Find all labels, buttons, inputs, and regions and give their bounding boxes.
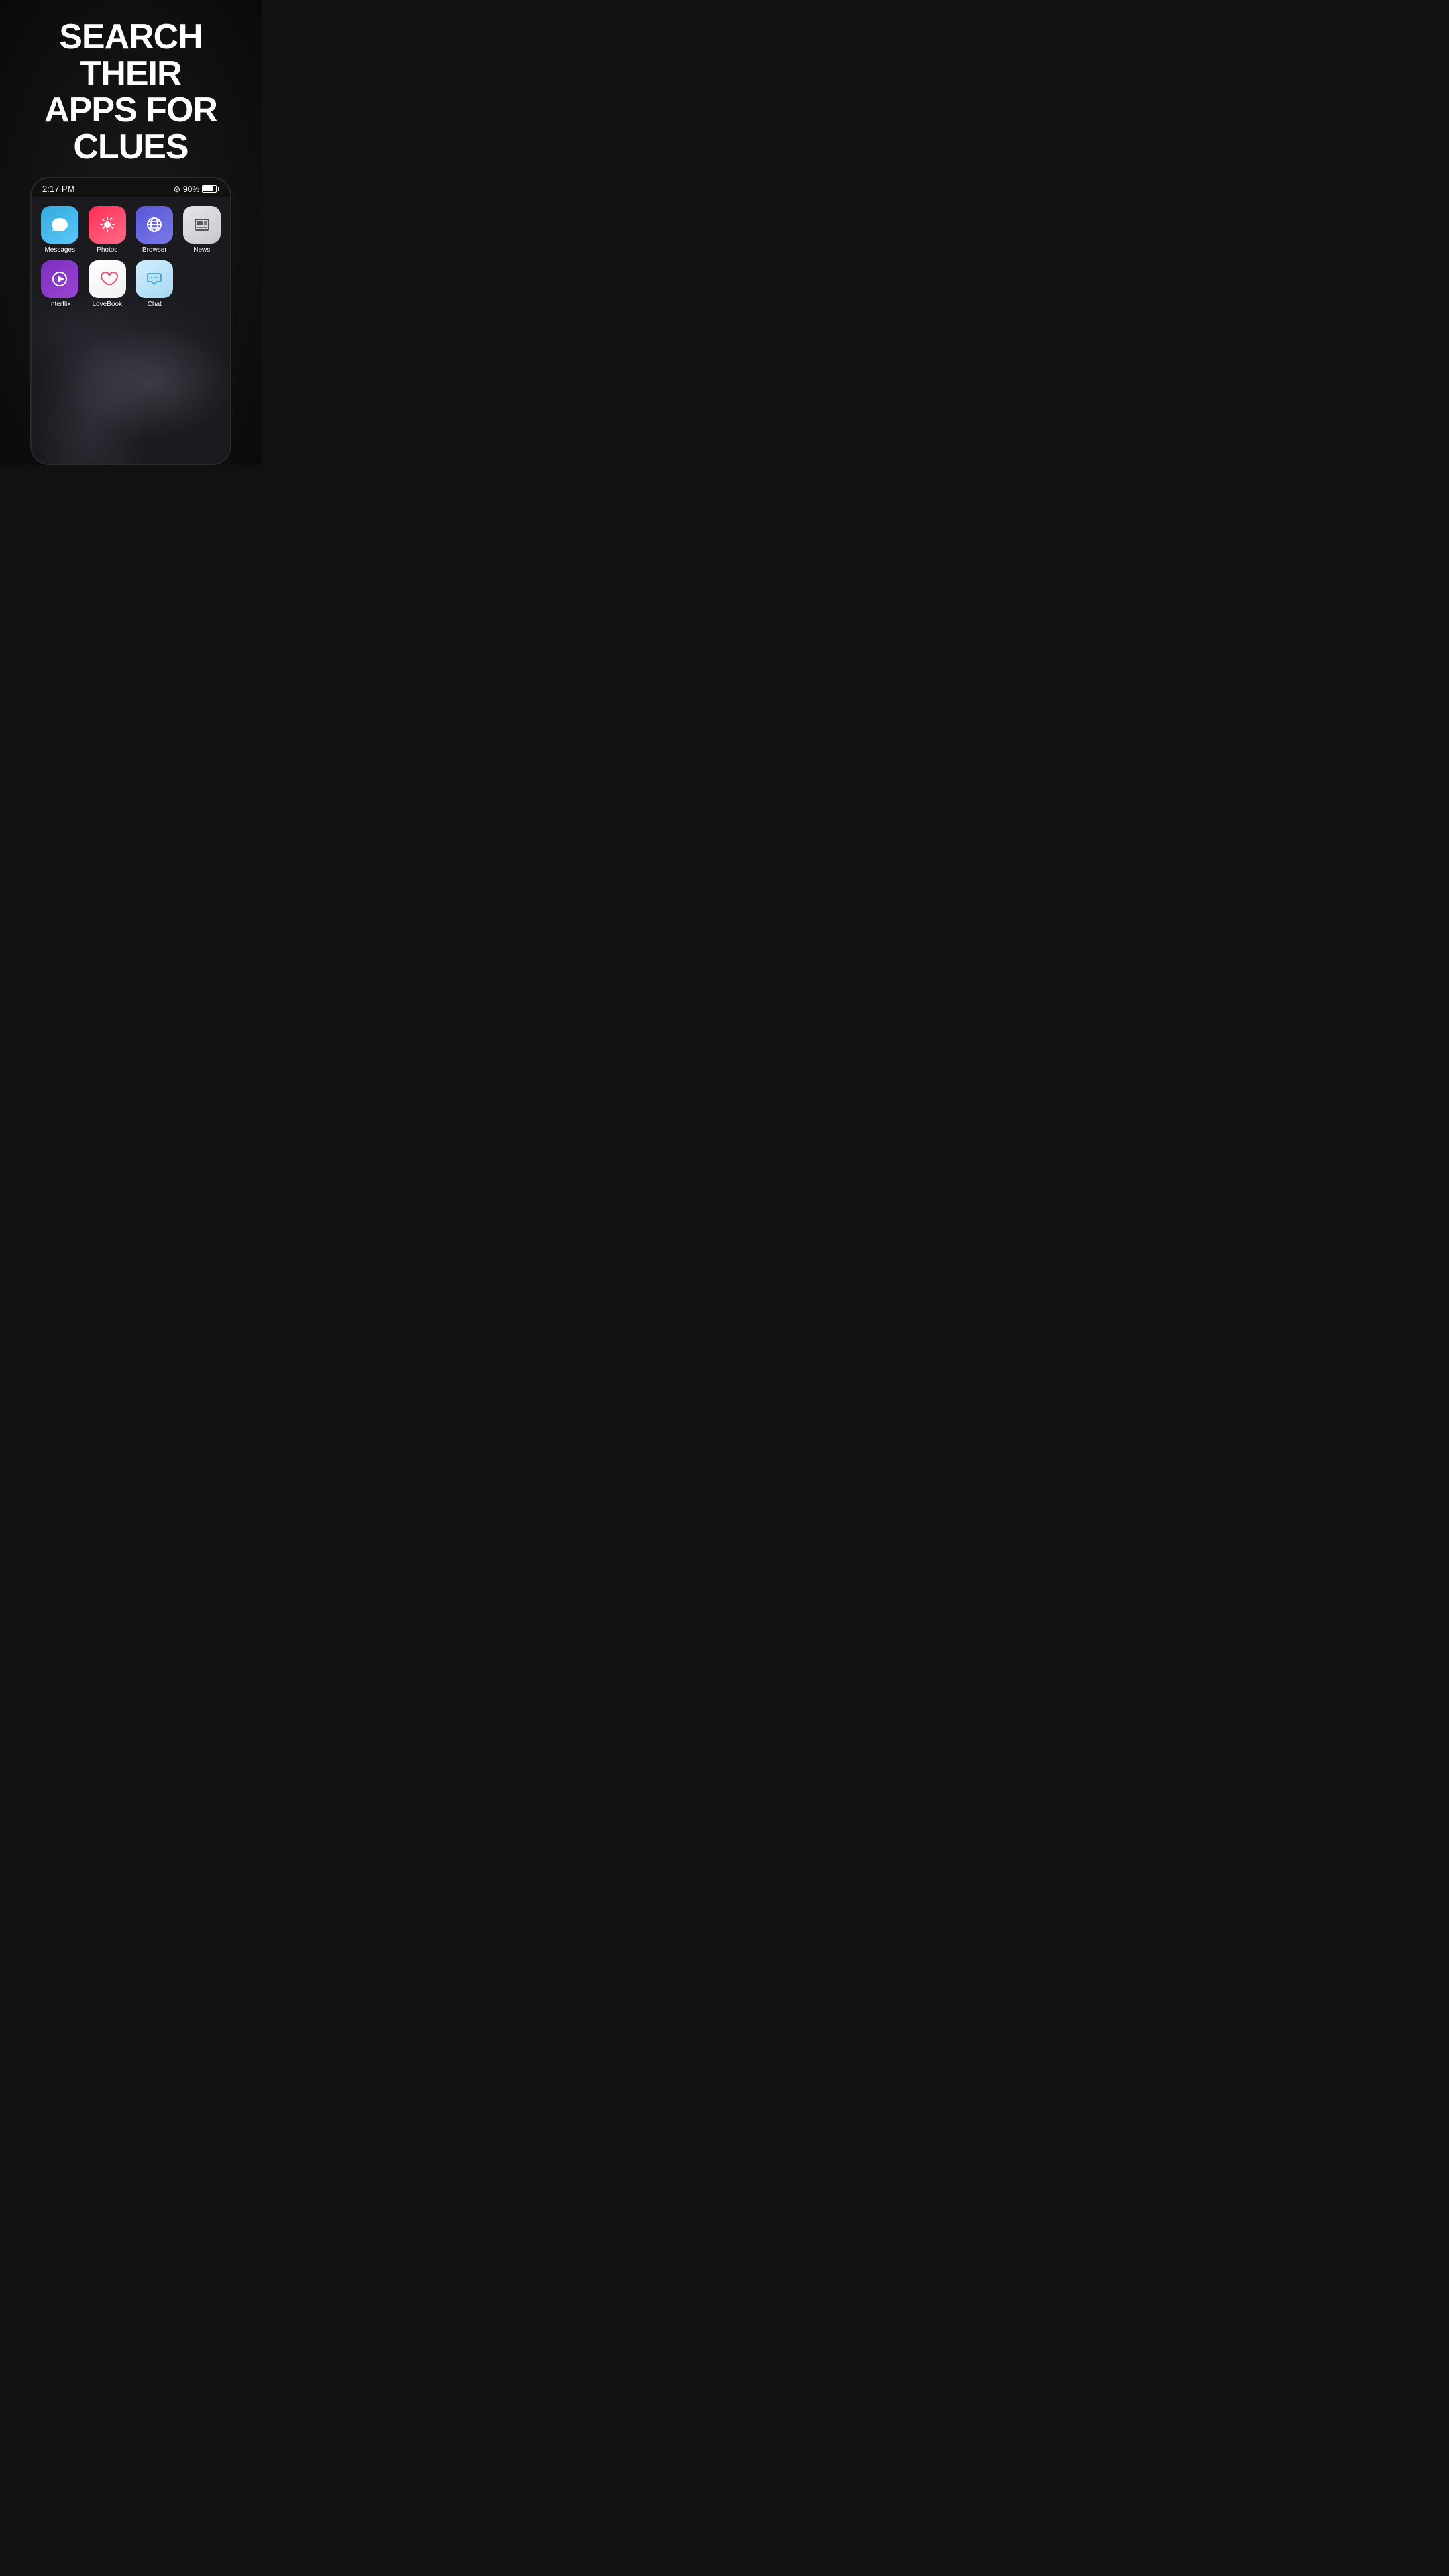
messages-label: Messages (44, 246, 75, 254)
news-icon-svg (191, 214, 213, 235)
messages-icon-svg (49, 214, 70, 235)
app-grid-row2: Interflix LoveBook (32, 260, 230, 315)
lovebook-icon-svg (97, 268, 118, 290)
page-background: SEARCH THEIR APPS FOR CLUES 2:17 PM ⊘ 90… (0, 0, 262, 465)
status-time: 2:17 PM (42, 184, 74, 194)
lovebook-icon (89, 260, 126, 298)
interflix-icon (41, 260, 78, 298)
chat-icon (136, 260, 173, 298)
phone-frame: 2:17 PM ⊘ 90% (30, 177, 231, 465)
app-photos[interactable]: Photos (87, 206, 128, 254)
headline-section: SEARCH THEIR APPS FOR CLUES (0, 0, 262, 177)
app-chat[interactable]: Chat (134, 260, 175, 308)
battery-fill (203, 186, 213, 191)
battery-body (202, 185, 217, 193)
photos-label: Photos (97, 246, 117, 254)
headline-text: SEARCH THEIR APPS FOR CLUES (16, 19, 246, 165)
no-disturb-icon: ⊘ (174, 184, 180, 194)
chat-icon-svg (144, 268, 165, 290)
app-interflix[interactable]: Interflix (40, 260, 80, 308)
browser-label: Browser (142, 246, 167, 254)
app-browser[interactable]: Browser (134, 206, 175, 254)
phone-content: Messages (32, 197, 230, 464)
status-right: ⊘ 90% (174, 184, 219, 194)
lovebook-label: LoveBook (93, 301, 122, 308)
interflix-icon-svg (49, 268, 70, 290)
app-lovebook[interactable]: LoveBook (87, 260, 128, 308)
photos-icon-svg (97, 214, 118, 235)
app-news[interactable]: News (182, 206, 223, 254)
empty-slot (182, 260, 219, 298)
news-label: News (193, 246, 210, 254)
app-messages[interactable]: Messages (40, 206, 80, 254)
photos-icon (89, 206, 126, 244)
messages-icon (41, 206, 78, 244)
battery-icon (202, 185, 219, 193)
browser-icon-svg (144, 214, 165, 235)
battery-percent: 90% (183, 184, 199, 194)
battery-tip (218, 187, 219, 191)
interflix-label: Interflix (49, 301, 70, 308)
chat-label: Chat (148, 301, 162, 308)
status-bar: 2:17 PM ⊘ 90% (32, 178, 230, 197)
browser-icon (136, 206, 173, 244)
news-icon (183, 206, 221, 244)
app-grid-row1: Messages (32, 197, 230, 260)
